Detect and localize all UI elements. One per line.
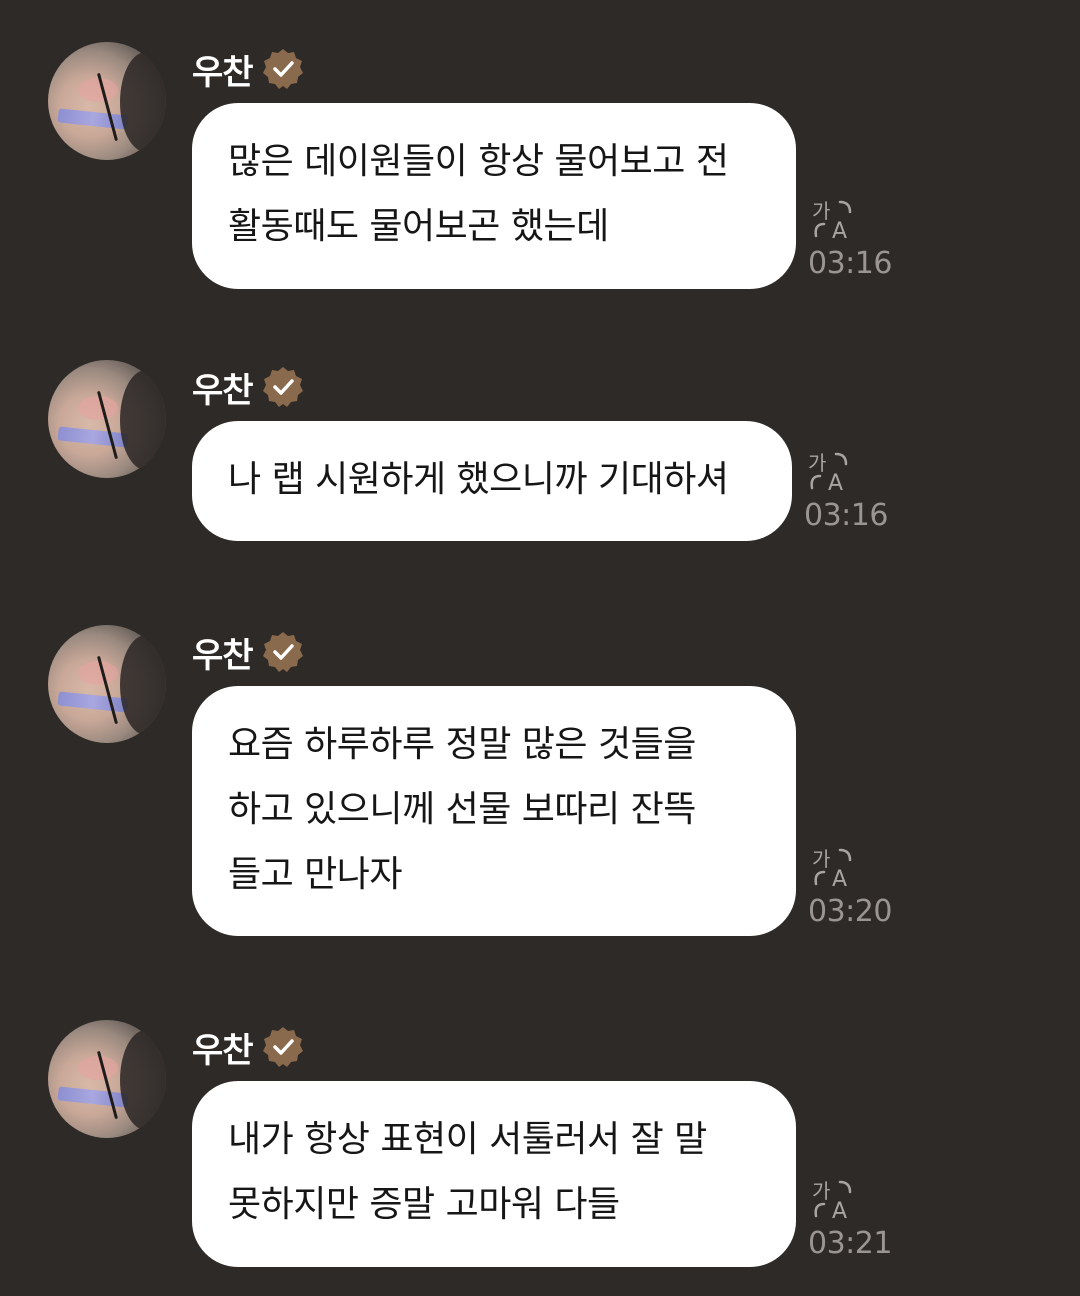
message-bubble[interactable]: 내가 항상 표현이 서툴러서 잘 말 못하지만 증말 고마워 다들 bbox=[192, 1081, 796, 1267]
message-timestamp: 03:16 bbox=[808, 246, 892, 281]
verified-badge-icon bbox=[262, 367, 303, 407]
author-name: 우찬 bbox=[192, 52, 254, 93]
message-text-line: 들고 만나자 bbox=[228, 854, 403, 895]
svg-text:A: A bbox=[832, 867, 847, 890]
svg-text:A: A bbox=[832, 219, 847, 242]
author-row: 우찬 bbox=[192, 362, 305, 412]
translate-icon[interactable]: 가 A bbox=[810, 196, 858, 242]
message-text-line: 내가 항상 표현이 서툴러서 잘 말 bbox=[228, 1119, 707, 1160]
author-row: 우찬 bbox=[192, 627, 305, 677]
message-text-line: 활동때도 물어보곤 했는데 bbox=[228, 206, 609, 247]
message-bubble[interactable]: 많은 데이원들이 항상 물어보고 전 활동때도 물어보곤 했는데 bbox=[192, 103, 796, 289]
message-text-line: 나 랩 시원하게 했으니까 기대하셔 bbox=[228, 459, 729, 500]
message-text-line: 많은 데이원들이 항상 물어보고 전 bbox=[228, 141, 729, 182]
author-name: 우찬 bbox=[192, 370, 254, 411]
message-timestamp: 03:16 bbox=[804, 498, 888, 533]
message-text-line: 못하지만 증말 고마워 다들 bbox=[228, 1184, 620, 1225]
svg-text:A: A bbox=[832, 1199, 847, 1222]
message-meta: 가 A 03:21 bbox=[808, 1176, 892, 1261]
author-name: 우찬 bbox=[192, 1030, 254, 1071]
svg-text:가: 가 bbox=[808, 451, 826, 475]
message-timestamp: 03:20 bbox=[808, 894, 892, 929]
verified-badge-icon bbox=[262, 49, 303, 89]
message-text-line: 하고 있으니께 선물 보따리 잔뜩 bbox=[228, 789, 696, 830]
avatar[interactable] bbox=[48, 360, 166, 478]
svg-text:가: 가 bbox=[812, 199, 830, 223]
message-timestamp: 03:21 bbox=[808, 1226, 892, 1261]
avatar[interactable] bbox=[48, 42, 166, 160]
message-meta: 가 A 03:16 bbox=[804, 448, 888, 533]
message-meta: 가 A 03:16 bbox=[808, 196, 892, 281]
translate-icon[interactable]: 가 A bbox=[810, 1176, 858, 1222]
message-text-line: 요즘 하루하루 정말 많은 것들을 bbox=[228, 724, 696, 765]
svg-text:A: A bbox=[828, 471, 843, 494]
message-meta: 가 A 03:20 bbox=[808, 844, 892, 929]
svg-text:가: 가 bbox=[812, 847, 830, 871]
author-row: 우찬 bbox=[192, 1022, 305, 1072]
avatar[interactable] bbox=[48, 1020, 166, 1138]
message-bubble[interactable]: 요즘 하루하루 정말 많은 것들을 하고 있으니께 선물 보따리 잔뜩 들고 만… bbox=[192, 686, 796, 936]
message-bubble[interactable]: 나 랩 시원하게 했으니까 기대하셔 bbox=[192, 421, 792, 541]
verified-badge-icon bbox=[262, 632, 303, 672]
translate-icon[interactable]: 가 A bbox=[806, 448, 854, 494]
translate-icon[interactable]: 가 A bbox=[810, 844, 858, 890]
verified-badge-icon bbox=[262, 1027, 303, 1067]
avatar[interactable] bbox=[48, 625, 166, 743]
author-row: 우찬 bbox=[192, 44, 305, 94]
svg-text:가: 가 bbox=[812, 1179, 830, 1203]
author-name: 우찬 bbox=[192, 635, 254, 676]
